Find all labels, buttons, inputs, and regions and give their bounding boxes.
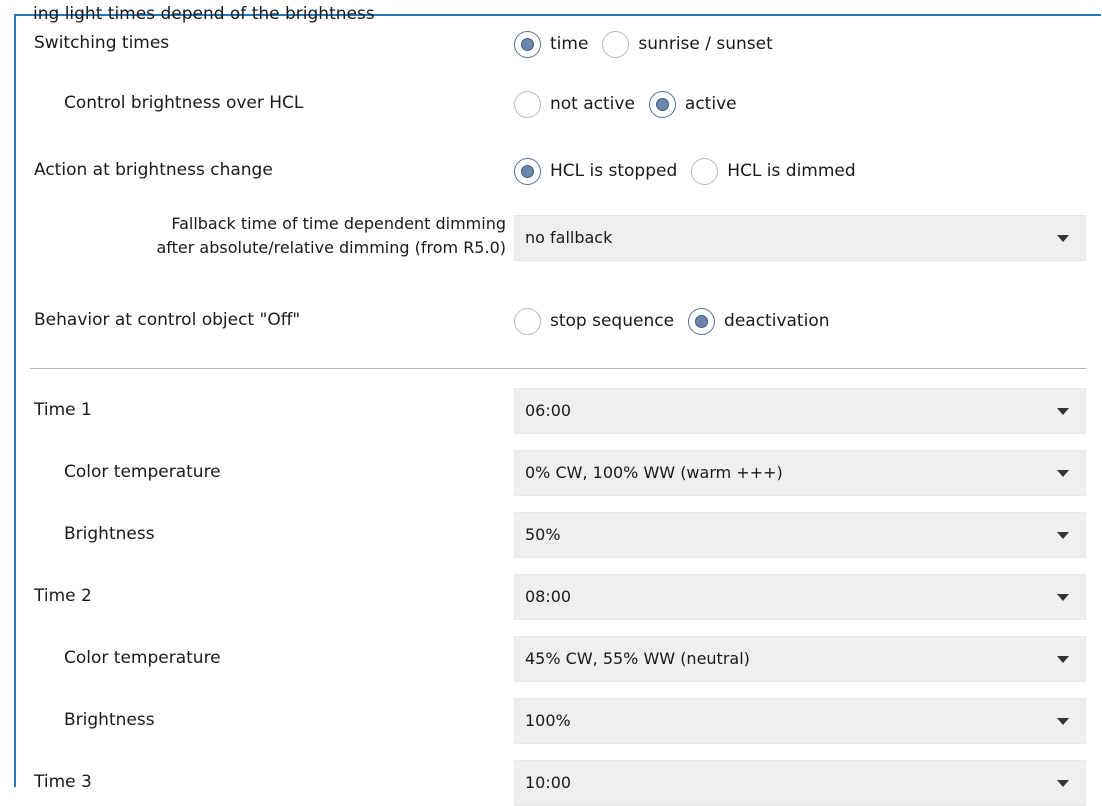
radio-stop-sequence[interactable]: stop sequence (514, 307, 674, 335)
time-2-color-dropdown[interactable]: 45% CW, 55% WW (neutral) (514, 636, 1086, 682)
control-brightness-radio-group: not active active (514, 87, 751, 121)
action-brightness-radio-group: HCL is stopped HCL is dimmed (514, 154, 870, 188)
behavior-off-row: Behavior at control object "Off" stop se… (16, 301, 1101, 341)
time-2-row: Time 2 08:00 (16, 574, 1101, 620)
radio-selected-icon (648, 90, 676, 118)
radio-unselected-icon (514, 90, 541, 118)
fallback-row: Fallback time of time dependent dimming … (16, 210, 1101, 270)
time-3-row: Time 3 10:00 (16, 760, 1101, 806)
radio-selected-icon (514, 30, 541, 58)
radio-hcl-dimmed[interactable]: HCL is dimmed (691, 157, 856, 185)
time-2-brightness-dropdown[interactable]: 100% (514, 698, 1086, 744)
chevron-down-icon (1057, 718, 1069, 725)
time-1-brightness-dropdown[interactable]: 50% (514, 512, 1086, 558)
switching-times-label: Switching times (34, 33, 170, 53)
radio-unselected-icon (514, 307, 541, 335)
switching-times-row: Switching times time sunrise / sunset (16, 24, 1101, 64)
control-brightness-row: Control brightness over HCL not active a… (16, 84, 1101, 124)
time-1-row: Time 1 06:00 (16, 388, 1101, 434)
radio-not-active[interactable]: not active (514, 90, 635, 118)
time-1-label: Time 1 (34, 400, 92, 420)
time-1-color-row: Color temperature 0% CW, 100% WW (warm +… (16, 450, 1101, 496)
switching-times-radio-group: time sunrise / sunset (514, 27, 787, 61)
chevron-down-icon (1057, 408, 1069, 415)
color-temperature-label: Color temperature (64, 462, 221, 482)
chevron-down-icon (1057, 656, 1069, 663)
time-2-label: Time 2 (34, 586, 92, 606)
radio-deactivation[interactable]: deactivation (688, 307, 830, 335)
fallback-dropdown[interactable]: no fallback (514, 215, 1086, 261)
behavior-off-label: Behavior at control object "Off" (34, 310, 301, 330)
color-temperature-label: Color temperature (64, 648, 221, 668)
chevron-down-icon (1057, 470, 1069, 477)
radio-sunrise-sunset[interactable]: sunrise / sunset (602, 30, 773, 58)
time-1-color-dropdown[interactable]: 0% CW, 100% WW (warm +++) (514, 450, 1086, 496)
brightness-label: Brightness (64, 524, 155, 544)
action-brightness-label: Action at brightness change (34, 160, 273, 180)
radio-unselected-icon (691, 157, 719, 185)
parameter-panel: ing light times depend of the brightness… (14, 4, 1101, 806)
radio-hcl-stopped[interactable]: HCL is stopped (514, 157, 677, 185)
time-1-dropdown[interactable]: 06:00 (514, 388, 1086, 434)
time-2-brightness-row: Brightness 100% (16, 698, 1101, 744)
section-divider (30, 368, 1086, 369)
time-3-label: Time 3 (34, 772, 92, 792)
behavior-off-radio-group: stop sequence deactivation (514, 304, 844, 338)
chevron-down-icon (1057, 235, 1069, 242)
time-2-dropdown[interactable]: 08:00 (514, 574, 1086, 620)
time-2-color-row: Color temperature 45% CW, 55% WW (neutra… (16, 636, 1101, 682)
control-brightness-label: Control brightness over HCL (64, 93, 304, 113)
radio-selected-icon (688, 307, 716, 335)
radio-selected-icon (514, 157, 541, 185)
fallback-label: Fallback time of time dependent dimming … (156, 214, 506, 257)
brightness-label: Brightness (64, 710, 155, 730)
time-1-brightness-row: Brightness 50% (16, 512, 1101, 558)
chevron-down-icon (1057, 594, 1069, 601)
radio-active[interactable]: active (648, 90, 737, 118)
chevron-down-icon (1057, 532, 1069, 539)
time-3-dropdown[interactable]: 10:00 (514, 760, 1086, 806)
chevron-down-icon (1057, 780, 1069, 787)
radio-unselected-icon (602, 30, 630, 58)
radio-time[interactable]: time (514, 30, 588, 58)
action-brightness-row: Action at brightness change HCL is stopp… (16, 151, 1101, 191)
